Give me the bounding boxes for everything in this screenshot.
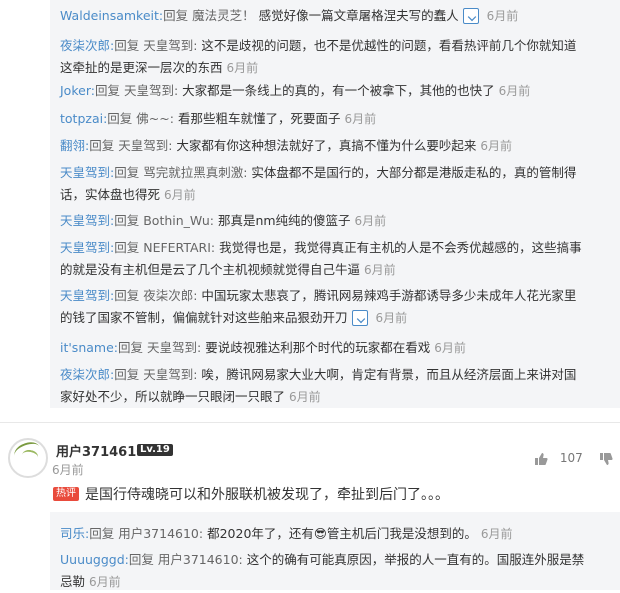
reply-time: 6月前 <box>164 188 196 202</box>
reply-target[interactable]: 夜柒次郎: <box>143 288 197 303</box>
like-area: 107 <box>534 451 613 466</box>
reply-text-cont: 家好处不少，所以就睁一只眼闭一只眼了 <box>60 389 286 404</box>
reply-target[interactable]: 天皇驾到: <box>143 367 197 382</box>
reply-text: 那真是nm纯纯的傻篮子 <box>217 213 351 228</box>
reply-username[interactable]: 天皇驾到: <box>60 288 114 303</box>
reply-time: 6月前 <box>375 311 408 325</box>
reply-text: 都2020年了，还有😎管主机后门我是没想到的。 <box>207 526 477 541</box>
level-badge: Lv.19 <box>137 444 173 456</box>
reply-username[interactable]: 天皇驾到: <box>60 213 114 228</box>
reply-time: 6月前 <box>289 390 321 404</box>
reply-text-cont: 忌勒 <box>60 574 86 589</box>
reply-username[interactable]: 司乐: <box>60 526 89 541</box>
reply-text: 要说歧视雅达利那个时代的玩家都在看戏 <box>205 340 431 355</box>
avatar[interactable] <box>8 438 48 478</box>
image-icon[interactable] <box>462 7 479 24</box>
reply-prefix: 回复 <box>107 111 133 126</box>
reply-username[interactable]: 天皇驾到: <box>60 240 114 255</box>
reply-username[interactable]: Waldeinsamkeit: <box>60 8 163 23</box>
reply-prefix: 回复 <box>114 288 140 303</box>
reply-text-cont: 话，实体盘也得死 <box>60 187 161 202</box>
reply-item: 司乐:回复 用户3714610: 都2020年了，还有😎管主机后门我是没想到的。… <box>60 523 620 545</box>
reply-username[interactable]: Joker: <box>60 83 95 98</box>
reply-target[interactable]: 骂完就拉黑真刺激: <box>143 165 247 180</box>
divider <box>0 422 620 423</box>
comment-text: 是国行侍魂晓可以和外服联机被发现了，牵扯到后门了。。。 <box>85 487 449 503</box>
reply-target[interactable]: Bothin_Wu: <box>143 213 214 228</box>
reply-text: 实体盘都不是国行的，大部分都是港版走私的，真的管制得 <box>251 165 577 180</box>
comment-time: 6月前 <box>52 463 84 477</box>
reply-time: 6月前 <box>89 575 121 589</box>
reply-target[interactable]: 天皇驾到: <box>143 38 197 53</box>
reply-text: 我觉得也是，我觉得真正有主机的人是不会秀优越感的，这些搞事 <box>219 240 582 255</box>
reply-item: 翻翎:回复 天皇驾到: 大家都有你这种想法就好了，真搞不懂为什么要吵起来 6月前 <box>60 135 620 157</box>
reply-prefix: 回复 <box>114 213 140 228</box>
reply-prefix: 回复 <box>114 165 140 180</box>
reply-time: 6月前 <box>344 112 377 126</box>
reply-item: 天皇驾到:回复 骂完就拉黑真刺激: 实体盘都不是国行的，大部分都是港版走私的，真… <box>60 162 620 206</box>
reply-text: 大家都有你这种想法就好了，真搞不懂为什么要吵起来 <box>176 138 477 153</box>
reply-target[interactable]: 佛~~: <box>136 111 174 126</box>
reply-time: 6月前 <box>364 263 396 277</box>
reply-target[interactable]: 天皇驾到: <box>147 340 201 355</box>
like-count: 107 <box>559 451 583 465</box>
reply-text-cont: 的钱了国家不管制，偏偏就针对这些舶来品狠劲开刀 <box>60 310 348 325</box>
reply-item: 夜柒次郎:回复 天皇驾到: 这不是歧视的问题，也不是优越性的问题，看看热评前几个… <box>60 35 620 79</box>
reply-username[interactable]: 夜柒次郎: <box>60 367 114 382</box>
thumbs-down-icon[interactable] <box>599 452 613 466</box>
reply-target[interactable]: 天皇驾到: <box>118 138 172 153</box>
reply-text-cont: 的就是没有主机但是云了几个主机视频就觉得自己牛逼 <box>60 262 361 277</box>
reply-item: totpzai:回复 佛~~: 看那些粗车就懂了，死要面子 6月前 <box>60 108 620 130</box>
reply-text: 唉，腾讯网易家大业大啊，肯定有背景，而且从经济层面上来讲对国 <box>201 367 577 382</box>
reply-target[interactable]: 天皇驾到: <box>124 83 178 98</box>
reply-item: Waldeinsamkeit:回复 魔法灵芝！ 感觉好像一篇文章屠格涅夫写的蠢人… <box>60 5 620 27</box>
reply-target[interactable]: NEFERTARI: <box>143 240 215 255</box>
reply-time: 6月前 <box>480 527 513 541</box>
reply-item: Joker:回复 天皇驾到: 大家都是一条线上的真的，有一个被拿下，其他的也快了… <box>60 80 620 102</box>
reply-username[interactable]: 翻翎: <box>60 138 89 153</box>
reply-item: 天皇驾到:回复 NEFERTARI: 我觉得也是，我觉得真正有主机的人是不会秀优… <box>60 237 620 281</box>
reply-prefix: 回复 <box>114 38 140 53</box>
reply-item: 天皇驾到:回复 夜柒次郎: 中国玩家太悲哀了，腾讯网易辣鸡手游都诱导多少未成年人… <box>60 285 620 329</box>
reply-prefix: 回复 <box>89 526 115 541</box>
hot-comment-badge: 热评 <box>53 487 79 501</box>
reply-prefix: 回复 <box>128 552 154 567</box>
reply-text: 看那些粗车就懂了，死要面子 <box>177 111 341 126</box>
reply-prefix: 回复 <box>117 340 143 355</box>
reply-prefix: 回复 <box>94 83 120 98</box>
reply-username[interactable]: 夜柒次郎: <box>60 38 114 53</box>
reply-prefix: 回复 <box>89 138 115 153</box>
reply-username[interactable]: it'sname: <box>60 340 118 355</box>
reply-username[interactable]: Uuuugggd: <box>60 552 129 567</box>
reply-target[interactable]: 用户3714610: <box>118 526 203 541</box>
reply-text: 这不是歧视的问题，也不是优越性的问题，看看热评前几个你就知道 <box>201 38 577 53</box>
reply-time: 6月前 <box>226 61 259 75</box>
image-icon[interactable] <box>351 309 368 326</box>
reply-item: Uuuugggd:回复 用户3714610: 这个的确有可能真原因，举报的人一直… <box>60 549 620 593</box>
reply-username[interactable]: totpzai: <box>60 111 107 126</box>
reply-username[interactable]: 天皇驾到: <box>60 165 114 180</box>
reply-prefix: 回复 <box>114 367 140 382</box>
reply-time: 6月前 <box>434 341 466 355</box>
reply-time: 6月前 <box>480 139 513 153</box>
reply-time: 6月前 <box>354 214 387 228</box>
reply-text-cont: 这牵扯的是更深一层次的东西 <box>60 60 223 75</box>
comment-username[interactable]: 用户3714610 <box>56 441 145 460</box>
reply-text: 感觉好像一篇文章屠格涅夫写的蠢人 <box>258 8 459 23</box>
reply-target[interactable]: 用户3714610: <box>158 552 243 567</box>
reply-item: 夜柒次郎:回复 天皇驾到: 唉，腾讯网易家大业大啊，肯定有背景，而且从经济层面上… <box>60 364 620 408</box>
reply-target[interactable]: 魔法灵芝！ <box>192 8 255 23</box>
reply-prefix: 回复 <box>114 240 140 255</box>
reply-item: it'sname:回复 天皇驾到: 要说歧视雅达利那个时代的玩家都在看戏 6月前 <box>60 337 620 359</box>
reply-prefix: 回复 <box>163 8 189 23</box>
reply-text: 大家都是一条线上的真的，有一个被拿下，其他的也快了 <box>182 83 495 98</box>
reply-time: 6月前 <box>498 84 531 98</box>
reply-time: 6月前 <box>486 9 519 23</box>
reply-text: 中国玩家太悲哀了，腾讯网易辣鸡手游都诱导多少未成年人花光家里 <box>201 288 577 303</box>
thumbs-up-icon[interactable] <box>534 452 548 466</box>
reply-text: 这个的确有可能真原因，举报的人一直有的。国服连外服是禁 <box>246 552 585 567</box>
reply-item: 天皇驾到:回复 Bothin_Wu: 那真是nm纯纯的傻篮子 6月前 <box>60 210 620 232</box>
